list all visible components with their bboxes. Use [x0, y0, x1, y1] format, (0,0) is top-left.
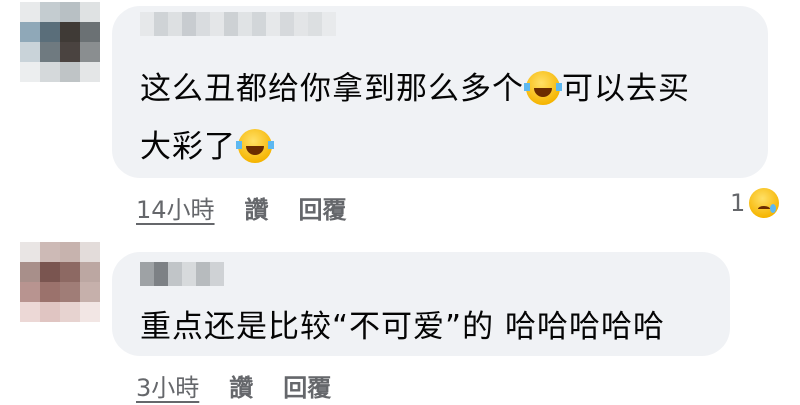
comment-text: 这么丑都给你拿到那么多个 可以去买 大彩了	[140, 71, 690, 165]
reaction-count: 1	[730, 189, 746, 217]
comment-bubble: 这么丑都给你拿到那么多个 可以去买 大彩了	[112, 6, 768, 178]
timestamp-link[interactable]: 14小時	[136, 190, 215, 225]
author-name-pixelated[interactable]	[140, 12, 336, 36]
laughing-tears-icon	[236, 129, 274, 163]
author-name-pixelated[interactable]	[140, 262, 224, 286]
sad-face-icon	[749, 188, 780, 218]
reaction-summary[interactable]: 1	[730, 188, 780, 218]
avatar[interactable]	[20, 242, 100, 322]
comment-bubble: 重点还是比较“不可爱”的 哈哈哈哈哈	[112, 252, 730, 356]
reply-button[interactable]: 回覆	[299, 190, 347, 225]
comment-text: 重点还是比较“不可爱”的 哈哈哈哈哈	[140, 309, 665, 345]
avatar[interactable]	[20, 2, 100, 82]
like-button[interactable]: 讚	[245, 190, 269, 225]
comment: 这么丑都给你拿到那么多个 可以去买 大彩了 14小時 讚 回覆 1	[0, 0, 800, 228]
comment: 重点还是比较“不可爱”的 哈哈哈哈哈 3小時 讚 回覆	[0, 232, 800, 405]
laughing-tears-icon	[524, 71, 562, 105]
comment-actions: 3小時 讚 回覆	[136, 368, 331, 403]
comment-actions: 14小時 讚 回覆	[136, 190, 347, 225]
reply-button[interactable]: 回覆	[283, 368, 331, 403]
like-button[interactable]: 讚	[229, 368, 253, 403]
timestamp-link[interactable]: 3小時	[136, 368, 199, 403]
